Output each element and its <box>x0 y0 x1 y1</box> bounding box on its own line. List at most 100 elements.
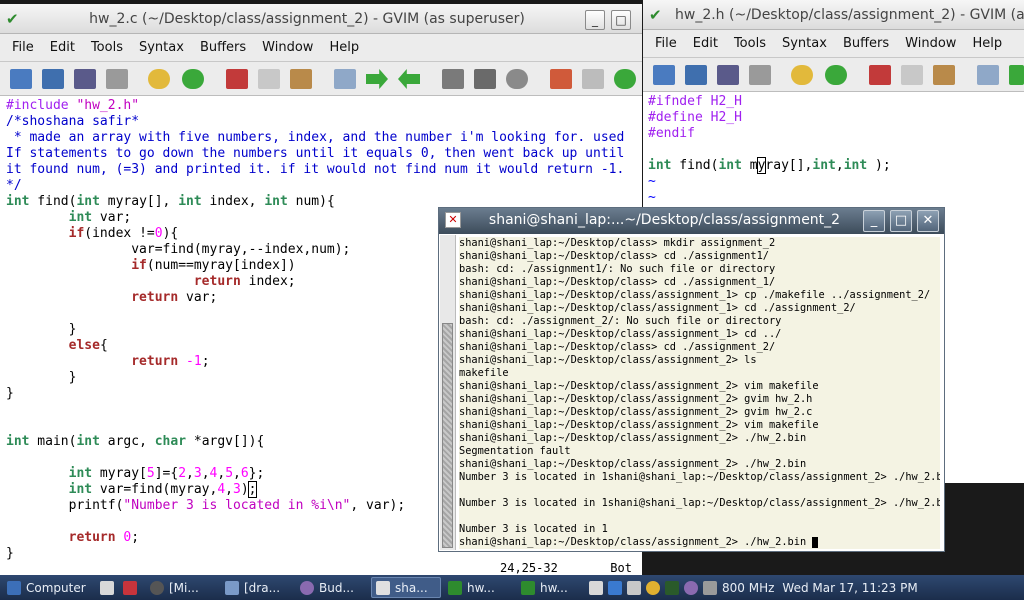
menu-bar: File Edit Tools Syntax Buffers Window He… <box>643 30 1024 58</box>
terminal-line: shani@shani_lap:~/Desktop/class/assignme… <box>459 354 757 366</box>
minimize-button[interactable]: _ <box>585 10 605 30</box>
clipboard-icon[interactable] <box>589 580 603 595</box>
monitor-icon[interactable] <box>665 580 679 595</box>
open-icon[interactable] <box>653 65 675 85</box>
task-label: [dra... <box>244 580 281 595</box>
menu-syntax[interactable]: Syntax <box>774 36 835 51</box>
load-session-icon[interactable] <box>442 69 464 89</box>
desktop-icon <box>100 580 114 595</box>
open-icon[interactable] <box>10 69 32 89</box>
terminal-window[interactable]: ✕ shani@shani_lap:...~/Desktop/class/ass… <box>438 207 945 552</box>
paste-icon[interactable] <box>933 65 955 85</box>
menu-buffers[interactable]: Buffers <box>835 36 897 51</box>
task-item-gvim[interactable]: hw... <box>444 577 514 598</box>
terminal-line: shani@shani_lap:~/Desktop/class/assignme… <box>459 289 931 301</box>
task-item-terminal[interactable]: sha... <box>371 577 441 598</box>
terminal-line: shani@shani_lap:~/Desktop/class/assignme… <box>459 536 813 548</box>
network-signal-icon[interactable] <box>608 580 622 595</box>
title-bar[interactable]: ✔ hw_2.h (~/Desktop/class/assignment_2) … <box>643 0 1024 30</box>
jump-icon[interactable] <box>614 69 636 89</box>
save-session-icon[interactable] <box>42 69 64 89</box>
run-script-icon[interactable] <box>506 69 528 89</box>
cards-icon <box>123 580 137 595</box>
undo-icon[interactable] <box>791 65 813 85</box>
replace-icon[interactable] <box>334 69 356 89</box>
menu-help[interactable]: Help <box>321 40 367 55</box>
save-session-icon[interactable] <box>685 65 707 85</box>
terminal-prompt-line[interactable]: shani@shani_lap:~/Desktop/class/assignme… <box>459 536 940 549</box>
toolbar <box>643 58 1024 92</box>
task-item[interactable]: [dra... <box>221 577 293 598</box>
clock[interactable]: Wed Mar 17, 11:23 PM <box>782 581 917 595</box>
terminal-line: shani@shani_lap:~/Desktop/class> mkdir a… <box>459 237 776 249</box>
copy-icon[interactable] <box>258 69 280 89</box>
make-icon[interactable] <box>550 69 572 89</box>
smiley-icon[interactable] <box>646 580 660 595</box>
terminal-output[interactable]: shani@shani_lap:~/Desktop/class> mkdir a… <box>459 237 940 549</box>
terminal-icon <box>376 580 390 595</box>
scrollbar-thumb[interactable] <box>442 323 453 548</box>
menu-edit[interactable]: Edit <box>42 40 83 55</box>
menu-window[interactable]: Window <box>254 40 321 55</box>
print-icon[interactable] <box>106 69 128 89</box>
menu-edit[interactable]: Edit <box>685 36 726 51</box>
title-bar[interactable]: ✔ hw_2.c (~/Desktop/class/assignment_2) … <box>0 4 642 34</box>
terminal-line: shani@shani_lap:~/Desktop/class/assignme… <box>459 302 856 314</box>
redo-icon[interactable] <box>825 65 847 85</box>
terminal-line: shani@shani_lap:~/Desktop/class> cd ./as… <box>459 250 769 262</box>
print-icon[interactable] <box>749 65 771 85</box>
task-item-gvim[interactable]: hw... <box>517 577 583 598</box>
menu-tools[interactable]: Tools <box>726 36 774 51</box>
task-label: [Mi... <box>169 580 199 595</box>
scrollbar[interactable] <box>440 235 456 550</box>
app-icon <box>225 580 239 595</box>
toolbar <box>0 62 642 96</box>
terminal-line: bash: cd: ./assignment_2/: No such file … <box>459 315 782 327</box>
save-icon[interactable] <box>74 69 96 89</box>
minimize-button[interactable]: _ <box>863 210 885 232</box>
pidgin-tray-icon[interactable] <box>684 580 698 595</box>
show-desktop-button[interactable] <box>96 577 116 598</box>
app-icon <box>150 580 164 595</box>
task-label: hw... <box>540 580 568 595</box>
gvim-icon: ✔ <box>6 10 19 28</box>
close-icon[interactable]: ✕ <box>445 212 461 228</box>
save-session2-icon[interactable] <box>474 69 496 89</box>
cut-icon[interactable] <box>869 65 891 85</box>
maximize-button[interactable]: □ <box>611 10 631 30</box>
menu-file[interactable]: File <box>647 36 685 51</box>
redo-icon[interactable] <box>182 69 204 89</box>
find-next-icon[interactable] <box>1009 65 1024 85</box>
window-title: hw_2.h (~/Desktop/class/assignment_2) - … <box>675 7 1024 23</box>
cards-launcher[interactable] <box>119 577 143 598</box>
menu-help[interactable]: Help <box>964 36 1010 51</box>
copy-icon[interactable] <box>901 65 923 85</box>
volume-icon[interactable] <box>627 580 641 595</box>
terminal-line: shani@shani_lap:~/Desktop/class/assignme… <box>459 380 819 392</box>
task-label: sha... <box>395 580 428 595</box>
save-icon[interactable] <box>717 65 739 85</box>
menu-buffers[interactable]: Buffers <box>192 40 254 55</box>
menu-window[interactable]: Window <box>897 36 964 51</box>
menu-tools[interactable]: Tools <box>83 40 131 55</box>
undo-icon[interactable] <box>148 69 170 89</box>
tags-icon[interactable] <box>582 69 604 89</box>
terminal-line: shani@shani_lap:~/Desktop/class/assignme… <box>459 458 807 470</box>
cut-icon[interactable] <box>226 69 248 89</box>
maximize-button[interactable]: □ <box>890 210 912 232</box>
cpu-frequency: 800 MHz <box>722 580 775 595</box>
close-button[interactable]: ✕ <box>917 210 939 232</box>
replace-icon[interactable] <box>977 65 999 85</box>
find-prev-icon[interactable] <box>398 69 420 89</box>
menu-file[interactable]: File <box>4 40 42 55</box>
find-next-icon[interactable] <box>366 69 388 89</box>
task-label: hw... <box>467 580 495 595</box>
menu-syntax[interactable]: Syntax <box>131 40 192 55</box>
task-item[interactable]: Bud... <box>296 577 368 598</box>
terminal-line: shani@shani_lap:~/Desktop/class> cd ./as… <box>459 341 776 353</box>
task-item[interactable]: [Mi... <box>146 577 218 598</box>
title-bar[interactable]: ✕ shani@shani_lap:...~/Desktop/class/ass… <box>439 208 944 234</box>
computer-menu-button[interactable]: Computer <box>3 577 93 598</box>
paste-icon[interactable] <box>290 69 312 89</box>
